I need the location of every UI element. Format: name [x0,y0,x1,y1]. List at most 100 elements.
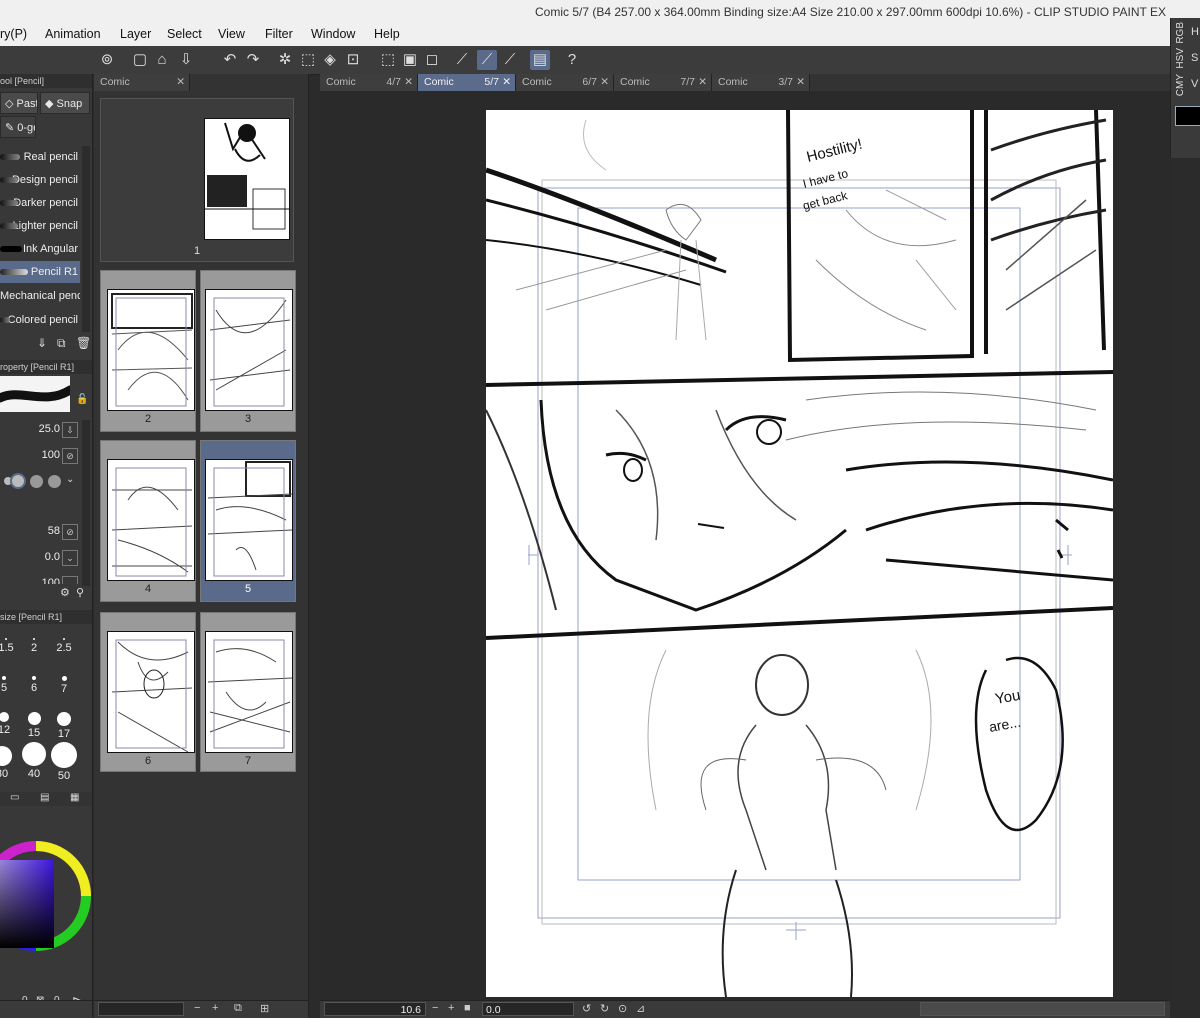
size-30[interactable]: 30 [0,746,16,780]
page-grid-icon[interactable]: ⊞ [260,1002,269,1015]
page-slot-4[interactable]: 4 [100,440,196,602]
page-slot-2[interactable]: 2 [100,270,196,432]
tab-comic-4[interactable]: Comic 4/7 ✕ [320,74,418,91]
rotate-left-icon[interactable]: ↺ [582,1002,591,1015]
tab-comic-6[interactable]: Comic 6/7 ✕ [516,74,614,91]
download-icon[interactable]: ⇓ [37,336,47,350]
group-0-gesture[interactable]: ✎ 0-ges [0,116,36,138]
page-thumb-5[interactable] [205,459,293,581]
fill-icon[interactable]: ◈ [320,50,340,70]
duplicate-icon[interactable]: ⧉ [57,336,66,351]
menu-animation[interactable]: Animation [45,27,101,41]
size-2-5[interactable]: 2.5 [50,638,78,654]
flip-icon[interactable]: ⊿ [636,1002,645,1015]
size-5[interactable]: 5 [0,676,18,694]
search-icon[interactable]: ⚲ [76,586,84,599]
brush-darker-pencil[interactable]: Darker pencil [0,192,80,214]
rotate-right-icon[interactable]: ↻ [600,1002,609,1015]
stop-icon[interactable]: ■ [464,1002,471,1014]
page-slot-6[interactable]: 6 [100,612,196,772]
size-40[interactable]: 40 [20,742,48,780]
size-2[interactable]: 2 [20,638,48,654]
color-history-tab-icon[interactable]: ▦ [70,792,79,803]
help-icon[interactable]: ? [562,50,582,70]
new-file-icon[interactable]: ▢ [130,50,150,70]
page-manager-tab[interactable]: Comic ✕ [94,74,190,91]
brush-lighter-pencil[interactable]: Lighter pencil [0,215,80,237]
settings-icon[interactable]: ▤ [530,50,550,70]
zoom-out-icon[interactable]: − [194,1002,200,1014]
page-slot-7[interactable]: 7 [200,612,296,772]
brush-tip-selector[interactable]: ⌄ [0,472,80,492]
tab-comic-7[interactable]: Comic 7/7 ✕ [614,74,712,91]
thumbnail-size-slider[interactable] [98,1002,184,1016]
brush-mechanical-pencil[interactable]: Mechanical pencil [0,285,80,307]
stabilization-setting[interactable]: 0.0 ⌄ [0,548,80,568]
menu-help[interactable]: Help [374,27,400,41]
color-wheel-tab-icon[interactable]: ▭ [10,792,19,803]
page-thumb-7[interactable] [205,631,293,753]
tab-comic-3[interactable]: Comic 3/7 ✕ [712,74,810,91]
current-color-swatch[interactable] [1175,106,1200,126]
rotation-field[interactable]: 0.0 [482,1002,574,1016]
zoom-in-icon[interactable]: + [448,1002,454,1014]
extra-property-setting[interactable]: 100 ⌄ [0,574,80,584]
open-file-icon[interactable]: ⌂ [152,50,172,70]
clear-icon[interactable]: ⬚ [298,50,318,70]
size-6[interactable]: 6 [20,676,48,694]
menu-window[interactable]: Window [311,27,355,41]
brush-real-pencil[interactable]: Real pencil [0,146,80,168]
brush-design-pencil[interactable]: Design pencil [0,169,80,191]
snap-ruler-icon[interactable]: ⟋ [452,50,472,70]
tab-cmy[interactable]: CMY [1175,74,1186,96]
snap-grid-icon[interactable]: ⟋ [500,50,520,70]
tab-hsv[interactable]: HSV [1175,48,1186,69]
menu-select[interactable]: Select [167,27,202,41]
page-slot-3[interactable]: 3 [200,270,296,432]
color-set-tab-icon[interactable]: ▤ [40,792,49,803]
loading-icon[interactable]: ✲ [275,50,295,70]
size-12[interactable]: 12 [0,712,18,736]
redo-icon[interactable]: ↷ [243,50,263,70]
tab-rgb[interactable]: RGB [1175,22,1186,44]
page-thumb-2[interactable] [107,289,195,411]
transform-icon[interactable]: ⊡ [343,50,363,70]
page-settings-icon[interactable]: ⧉ [234,1002,242,1015]
tab-pastel[interactable]: ◇ Pastel [0,92,38,114]
page-spread-1[interactable]: 1 [100,98,294,262]
wrench-icon[interactable]: ⚙ [60,586,70,599]
brush-ink-angular[interactable]: Ink Angular [0,238,80,260]
page-thumb-6[interactable] [107,631,195,753]
menu-view[interactable]: View [218,27,245,41]
snap-special-ruler-icon[interactable]: ⟋ [477,50,497,70]
deselect-icon[interactable]: ⬚ [378,50,398,70]
undo-icon[interactable]: ↶ [220,50,240,70]
size-50[interactable]: 50 [50,742,78,782]
lock-icon[interactable]: 🔓 [76,394,88,405]
page-thumb-1[interactable] [204,118,290,240]
comic-page-canvas[interactable]: Hostility! I have to get back You are... [485,109,1114,998]
zoom-field[interactable]: 10.6 [324,1002,426,1016]
tab-snap[interactable]: ◆ Snap [40,92,90,114]
brush-size-setting[interactable]: 25.0 ⇩ [0,420,80,440]
menu-story[interactable]: ry(P) [0,27,27,41]
brush-colored-pencil[interactable]: Colored pencil [0,309,80,331]
page-slot-5[interactable]: 5 [200,440,296,602]
zoom-in-icon[interactable]: + [212,1002,218,1014]
size-15[interactable]: 15 [20,712,48,739]
trash-icon[interactable]: 🗑 [76,336,91,350]
show-selection-icon[interactable]: ◻ [422,50,442,70]
size-17[interactable]: 17 [50,712,78,740]
menu-filter[interactable]: Filter [265,27,293,41]
tab-comic-5[interactable]: Comic 5/7 ✕ [418,74,516,91]
invert-selection-icon[interactable]: ▣ [400,50,420,70]
clip-studio-icon[interactable]: ⊚ [97,50,117,70]
horizontal-scrollbar[interactable] [920,1002,1165,1016]
page-thumb-4[interactable] [107,459,195,581]
size-7[interactable]: 7 [50,676,78,695]
opacity-setting[interactable]: 100 ⊘ [0,446,80,466]
property-scrollbar[interactable] [82,420,90,586]
color-wheel[interactable] [0,826,92,986]
save-icon[interactable]: ⇩ [176,50,196,70]
page-thumb-3[interactable] [205,289,293,411]
